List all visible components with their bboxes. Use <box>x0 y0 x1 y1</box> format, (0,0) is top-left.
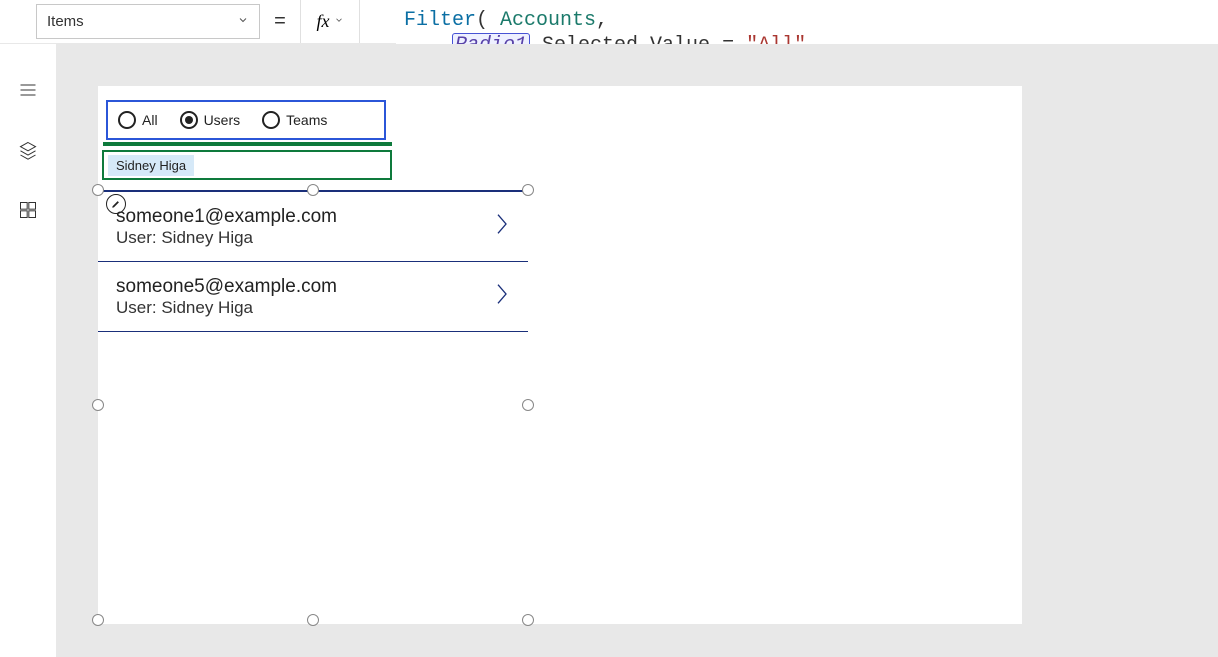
radio-label: Teams <box>286 112 327 128</box>
app-preview: All Users Teams Sidney Higa <box>98 94 528 616</box>
resize-handle[interactable] <box>92 399 104 411</box>
radio-option-all[interactable]: All <box>118 111 158 129</box>
screen[interactable]: All Users Teams Sidney Higa <box>98 86 1022 624</box>
chevron-down-icon <box>334 14 344 29</box>
resize-handle[interactable] <box>92 614 104 626</box>
resize-handle[interactable] <box>522 184 534 196</box>
radio-label: Users <box>204 112 241 128</box>
radio-label: All <box>142 112 158 128</box>
radio-icon <box>118 111 136 129</box>
gallery[interactable]: someone1@example.com User: Sidney Higa s… <box>98 190 528 620</box>
gallery-row[interactable]: someone1@example.com User: Sidney Higa <box>98 192 528 262</box>
layers-icon[interactable] <box>16 138 40 162</box>
radio-group[interactable]: All Users Teams <box>106 100 386 140</box>
radio-option-users[interactable]: Users <box>180 111 241 129</box>
fx-button[interactable]: fx <box>300 0 360 43</box>
resize-handle[interactable] <box>307 614 319 626</box>
gallery-row[interactable]: someone5@example.com User: Sidney Higa <box>98 262 528 332</box>
design-canvas[interactable]: All Users Teams Sidney Higa <box>56 44 1218 657</box>
edit-icon[interactable] <box>106 194 126 214</box>
resize-handle[interactable] <box>92 184 104 196</box>
resize-handle[interactable] <box>307 184 319 196</box>
property-dropdown[interactable]: Items <box>36 4 260 39</box>
combobox-users[interactable]: Sidney Higa <box>102 150 392 180</box>
left-rail <box>0 0 56 657</box>
chevron-right-icon[interactable] <box>494 210 510 243</box>
row-title: someone5@example.com <box>116 276 337 298</box>
selection-underline <box>103 142 392 146</box>
equals-label: = <box>260 0 300 43</box>
resize-handle[interactable] <box>522 399 534 411</box>
combobox-chip[interactable]: Sidney Higa <box>108 155 194 176</box>
row-subtitle: User: Sidney Higa <box>116 298 337 318</box>
row-subtitle: User: Sidney Higa <box>116 228 337 248</box>
radio-icon <box>180 111 198 129</box>
property-value: Items <box>47 13 84 30</box>
chevron-right-icon[interactable] <box>494 280 510 313</box>
resize-handle[interactable] <box>522 614 534 626</box>
radio-icon <box>262 111 280 129</box>
radio-option-teams[interactable]: Teams <box>262 111 327 129</box>
chevron-down-icon <box>237 13 249 30</box>
components-icon[interactable] <box>16 198 40 222</box>
row-title: someone1@example.com <box>116 206 337 228</box>
hamburger-icon[interactable] <box>16 78 40 102</box>
